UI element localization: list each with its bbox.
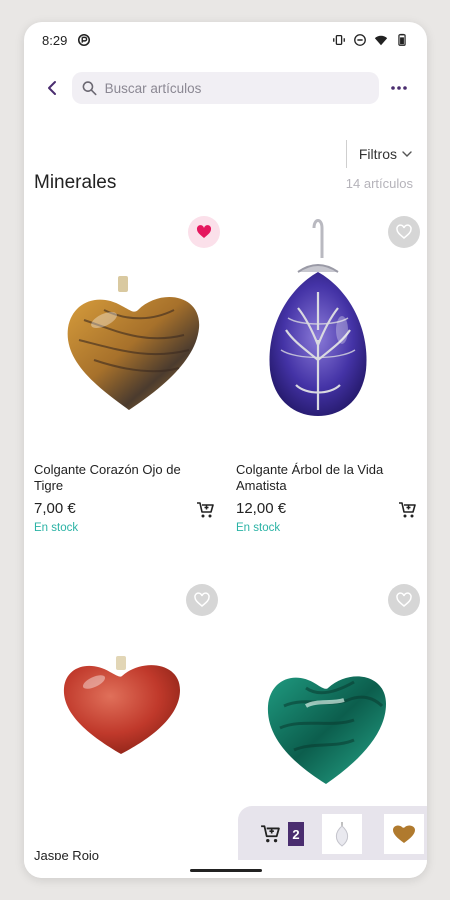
cart-count-badge: 2 — [288, 822, 304, 846]
cart-item-thumbnail[interactable] — [322, 814, 362, 854]
favorite-button[interactable] — [388, 584, 420, 616]
product-price: 12,00 € — [236, 500, 287, 517]
top-bar — [24, 66, 427, 110]
filters-label: Filtros — [358, 146, 397, 162]
add-to-cart-icon — [399, 502, 416, 518]
favorite-button[interactable] — [186, 584, 218, 616]
heart-outline-icon — [396, 224, 412, 239]
battery-icon — [398, 33, 406, 46]
add-to-cart-button[interactable] — [194, 499, 216, 521]
favorite-button[interactable] — [188, 216, 220, 248]
add-to-cart-button[interactable] — [396, 499, 418, 521]
more-options-button[interactable] — [379, 68, 419, 108]
app-screen: 8:29 Buscar artículos Filtros Minerales … — [24, 22, 427, 878]
stock-status: En stock — [236, 522, 281, 534]
wifi-icon — [374, 35, 388, 46]
stock-status: En stock — [34, 522, 79, 534]
back-arrow-icon — [48, 81, 56, 95]
heart-outline-icon — [396, 592, 412, 607]
section-header: Minerales 14 artículos — [24, 172, 427, 200]
search-icon — [82, 81, 97, 96]
app-notification-icon — [78, 33, 91, 47]
filters-button[interactable]: Filtros — [359, 146, 413, 162]
filters-row: Filtros — [345, 140, 413, 168]
search-input[interactable] — [102, 79, 369, 97]
favorite-button[interactable] — [388, 216, 420, 248]
status-bar: 8:29 — [24, 22, 427, 58]
back-button[interactable] — [32, 68, 72, 108]
gesture-area — [24, 860, 427, 878]
heart-filled-icon — [196, 225, 212, 238]
status-time: 8:29 — [42, 32, 68, 48]
cart-item-thumbnail[interactable] — [384, 814, 424, 854]
category-title: Minerales — [34, 172, 117, 193]
crystal-pendant-thumbnail — [335, 822, 349, 847]
more-dots-icon — [391, 86, 407, 90]
product-name[interactable]: Colgante Corazón Ojo de Tigre — [34, 462, 210, 494]
item-count: 14 artículos — [345, 176, 413, 191]
tigers-eye-thumbnail — [393, 825, 415, 843]
filters-divider — [345, 140, 347, 168]
mini-cart-bar[interactable]: 2 — [238, 806, 427, 862]
search-bar[interactable] — [72, 72, 379, 104]
do-not-disturb-icon — [354, 34, 366, 46]
vibrate-icon — [333, 34, 345, 46]
heart-outline-icon — [194, 592, 210, 607]
home-indicator[interactable] — [190, 869, 262, 872]
cart-icon — [261, 825, 280, 843]
product-price: 7,00 € — [34, 500, 76, 517]
add-to-cart-icon — [197, 502, 214, 518]
product-name[interactable]: Colgante Árbol de la Vida Amatista — [236, 462, 412, 494]
chevron-down-icon — [402, 151, 412, 157]
